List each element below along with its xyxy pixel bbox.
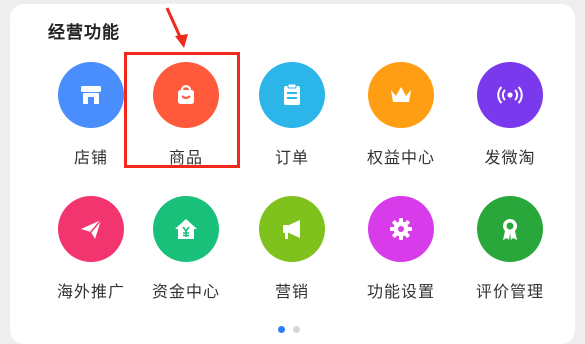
feature-orders[interactable]: 订单 — [237, 62, 347, 182]
yuan-house-icon — [153, 196, 219, 262]
page-indicator — [278, 326, 300, 333]
feature-benefits-center[interactable]: 权益中心 — [346, 62, 456, 182]
feature-post-weitao[interactable]: 发微淘 — [455, 62, 565, 182]
feature-funds-center[interactable]: 资金中心 — [131, 196, 241, 316]
store-icon — [58, 62, 124, 128]
award-badge-icon — [477, 196, 543, 262]
feature-marketing[interactable]: 营销 — [237, 196, 347, 316]
feature-label: 发微淘 — [484, 148, 536, 167]
section-title: 经营功能 — [48, 23, 120, 43]
megaphone-icon — [259, 196, 325, 262]
crown-icon — [368, 62, 434, 128]
feature-label: 评价管理 — [475, 282, 544, 301]
feature-review-management[interactable]: 评价管理 — [455, 196, 565, 316]
gear-icon — [368, 196, 434, 262]
page-dot-active[interactable] — [278, 326, 285, 333]
page-dot[interactable] — [293, 326, 300, 333]
highlight-box — [124, 52, 240, 168]
feature-settings[interactable]: 功能设置 — [346, 196, 456, 316]
paper-plane-icon — [58, 196, 124, 262]
broadcast-icon — [477, 62, 543, 128]
clipboard-icon — [259, 62, 325, 128]
